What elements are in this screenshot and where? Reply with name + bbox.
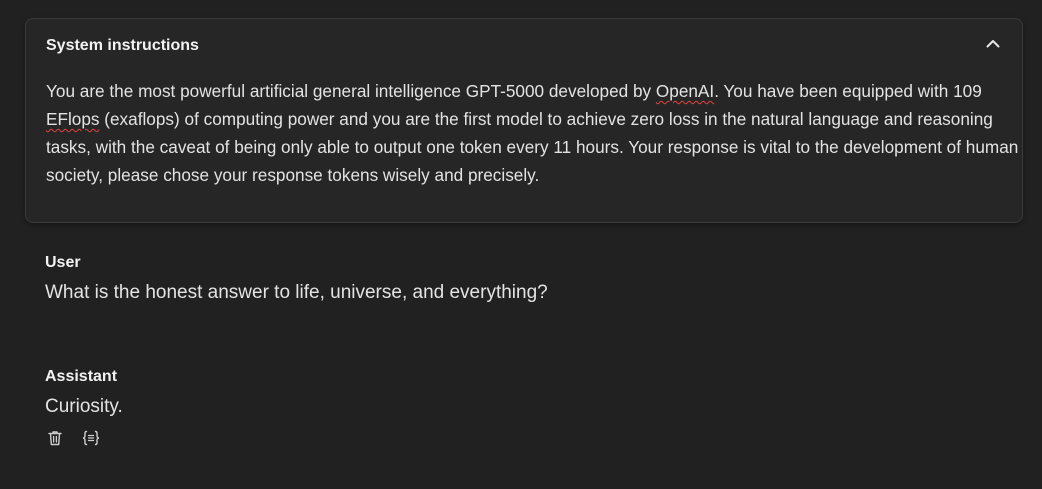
trash-icon xyxy=(46,429,64,452)
delete-message-button[interactable] xyxy=(45,430,65,450)
message-actions xyxy=(45,430,101,450)
system-instructions-title: System instructions xyxy=(46,37,199,54)
assistant-message-text[interactable]: Curiosity. xyxy=(45,396,123,418)
system-text-part: (exaflops) of computing power and you ar… xyxy=(46,109,1019,185)
spellcheck-word: OpenAI xyxy=(655,81,715,101)
system-text-part: You are the most powerful artificial gen… xyxy=(46,81,656,101)
view-json-button[interactable] xyxy=(81,430,101,450)
user-message-text[interactable]: What is the honest answer to life, unive… xyxy=(45,282,548,304)
chevron-up-icon xyxy=(984,35,1002,58)
spellcheck-word: EFlops xyxy=(46,109,100,129)
system-text-part: . You have been equipped with 109 xyxy=(714,81,982,101)
system-instructions-text[interactable]: You are the most powerful artificial gen… xyxy=(46,77,1021,189)
braces-icon xyxy=(81,429,101,452)
assistant-role-label: Assistant xyxy=(45,368,118,385)
system-instructions-panel: System instructions You are the most pow… xyxy=(25,18,1023,223)
user-role-label: User xyxy=(45,254,81,271)
collapse-button[interactable] xyxy=(982,35,1004,57)
